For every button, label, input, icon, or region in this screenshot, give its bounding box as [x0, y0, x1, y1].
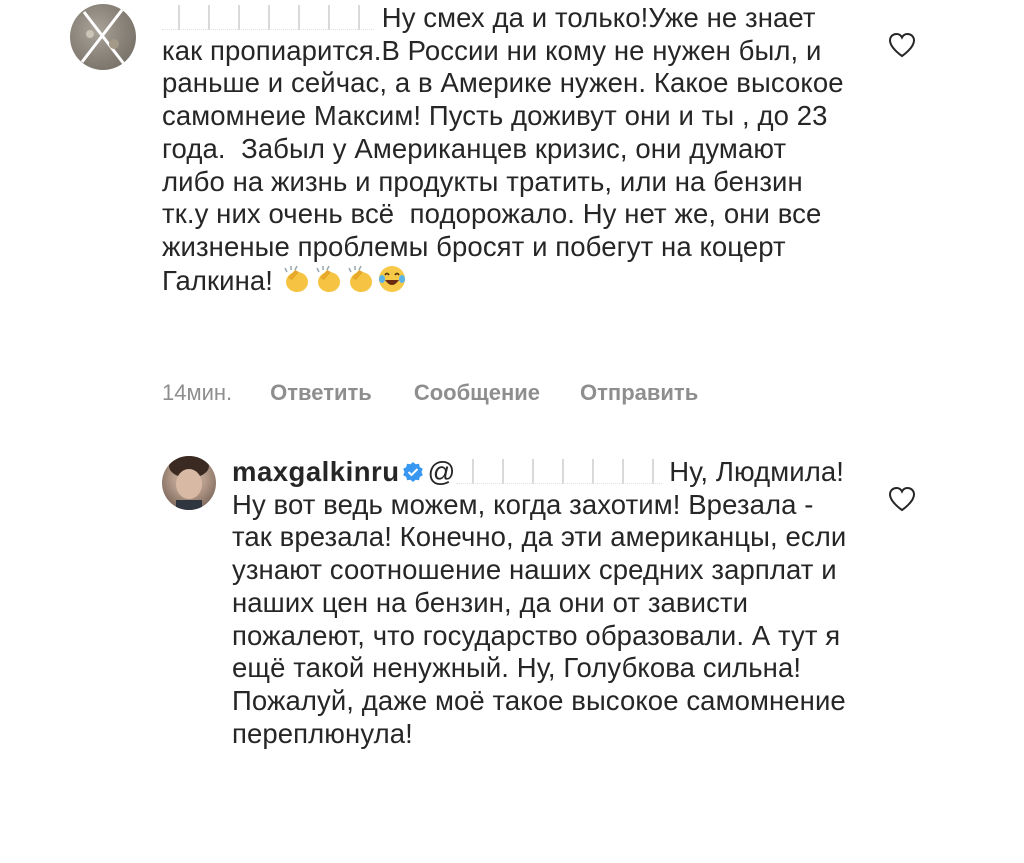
profile-photo-icon: [169, 456, 209, 510]
maxgalkinru-avatar[interactable]: [162, 456, 216, 510]
like-heart-icon[interactable]: [888, 32, 916, 58]
clapping-hands-icon: [345, 264, 377, 302]
face-with-tears-of-joy-icon: [377, 264, 407, 302]
clapping-hands-icon: [313, 264, 345, 302]
commenter-avatar[interactable]: [70, 4, 136, 70]
comment-1-text: Ну смех да и только!Уже не знает как про…: [162, 2, 852, 296]
redaction-x-icon: [80, 9, 126, 65]
redacted-mention: [455, 459, 662, 484]
comment-2-body: maxgalkinru @ Ну, Людмила! Ну вот ведь мо…: [232, 456, 852, 750]
comment-1-body: Ну смех да и только!Уже не знает как про…: [162, 2, 852, 301]
comment-timestamp: 14мин.: [162, 380, 233, 405]
verified-badge-icon: [402, 458, 424, 482]
send-button[interactable]: Отправить: [580, 380, 698, 406]
comment-1-meta: 14мин. Ответить Сообщение Отправить: [162, 380, 698, 406]
username-link[interactable]: maxgalkinru: [232, 456, 400, 487]
clapping-hands-icon: [281, 264, 313, 302]
reply-button[interactable]: Ответить: [270, 380, 372, 406]
redacted-username[interactable]: [162, 5, 374, 30]
like-heart-icon[interactable]: [888, 486, 916, 512]
mention-at-sign: @: [427, 456, 456, 487]
mention-link[interactable]: @: [428, 456, 662, 487]
comment-2-text: Ну, Людмила! Ну вот ведь можем, когда за…: [232, 456, 855, 749]
message-button[interactable]: Сообщение: [414, 380, 540, 406]
